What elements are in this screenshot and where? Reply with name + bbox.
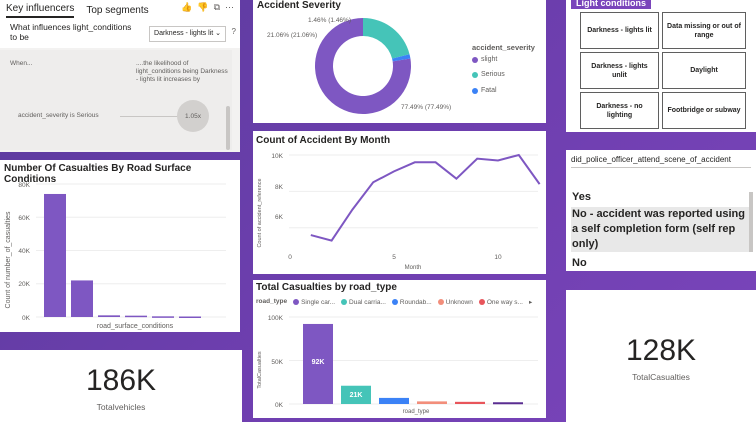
rs-tick: 40K — [18, 248, 30, 255]
ki-influencer[interactable]: accident_severity is Serious — [18, 112, 99, 119]
legend-dot — [472, 71, 478, 78]
pa-option-no[interactable]: No — [571, 256, 749, 271]
rt-ytick: 0K — [275, 402, 284, 409]
legend-label: Fatal — [481, 87, 497, 94]
accident-severity-visual: Accident Severity 1.46% (1.46%) 21.06% (… — [253, 0, 546, 123]
lc-option-data-missing[interactable]: Data missing or out of range — [662, 12, 746, 49]
ki-question-row: What influences light_conditions to be D… — [0, 18, 240, 48]
ki-col-when: When... — [10, 60, 33, 67]
legend-slight[interactable]: slight — [472, 56, 497, 63]
road-type-ylabel: TotalCasualties — [257, 351, 263, 389]
mo-xtick: 0 — [288, 254, 292, 261]
legend-dot — [472, 56, 478, 63]
bar — [44, 193, 66, 317]
legend-label: Serious — [481, 71, 505, 78]
bar-data-label: 92K — [312, 359, 325, 366]
road-type-visual: Total Casualties by road_type road_type … — [253, 280, 546, 418]
light-conditions-grid: Darkness - lights lit Data missing or ou… — [580, 12, 746, 129]
mo-ytick: 10K — [271, 153, 283, 160]
light-conditions-title: Light conditions — [571, 0, 651, 9]
bar — [179, 316, 201, 319]
mo-ytick: 6K — [275, 214, 284, 221]
bar — [493, 402, 523, 405]
bar — [125, 315, 147, 318]
rs-tick: 20K — [18, 281, 30, 288]
bar — [71, 280, 93, 317]
bar — [379, 397, 409, 404]
severity-donut — [315, 18, 411, 115]
rs-tick: 0K — [22, 315, 31, 322]
bar — [98, 315, 120, 317]
ki-question: What influences light_conditions to be — [10, 22, 132, 42]
month-ylabel: Count of accident_reference — [257, 178, 263, 247]
copy-icon[interactable]: ⧉ — [214, 2, 220, 13]
key-influencers-visual: Key influencers Top segments 👍 👎 ⧉ ⋯ Wha… — [0, 0, 240, 152]
pa-option-yes[interactable]: Yes — [571, 190, 749, 205]
ki-dropdown-value: Darkness - lights lit — [154, 30, 214, 37]
ki-toolbar: 👍 👎 ⧉ ⋯ — [181, 2, 234, 13]
month-xlabel: Month — [405, 265, 422, 271]
police-attend-title: did_police_officer_attend_scene_of_accid… — [571, 155, 751, 168]
legend-label: slight — [481, 56, 498, 63]
ki-col-likely: ....the likelihood of light_conditions b… — [136, 60, 228, 83]
bar — [455, 401, 485, 404]
rs-tick: 80K — [18, 182, 30, 189]
month-visual: Count of Accident By Month Count of acci… — [253, 131, 546, 274]
rt-ytick: 100K — [268, 315, 284, 322]
road-surface-ylabel: Count of number_of_casualties — [5, 211, 12, 308]
road-type-chart: TotalCasualties 100K 50K 0K road_type 92… — [257, 315, 538, 415]
rs-tick: 60K — [18, 215, 30, 222]
thumbs-down-icon[interactable]: 👎 — [197, 2, 208, 13]
bar-data-label: 21K — [350, 392, 363, 399]
thumbs-up-icon[interactable]: 👍 — [181, 2, 192, 13]
light-conditions-slicer: Light conditions Darkness - lights lit D… — [566, 0, 756, 132]
lc-option-lights-unlit[interactable]: Darkness - lights unlit — [580, 52, 659, 89]
total-casualties-value: 128K — [625, 334, 697, 367]
ki-bubble[interactable]: 1.05x — [177, 100, 209, 132]
pa-option-self-rep[interactable]: No - accident was reported using a self … — [571, 207, 749, 252]
more-icon[interactable]: ⋯ — [225, 2, 234, 13]
road-surface-chart: Count of number_of_casualties 80K 60K 40… — [5, 182, 226, 330]
donut-slice-serious — [363, 18, 410, 59]
road-surface-visual: Number Of Casualties By Road Surface Con… — [0, 160, 240, 332]
pa-scrollbar[interactable] — [749, 192, 753, 252]
road-surface-xlabel: road_surface_conditions — [97, 323, 174, 330]
lc-option-footbridge[interactable]: Footbridge or subway — [662, 92, 746, 129]
legend-serious[interactable]: Serious — [472, 71, 505, 78]
tab-key-influencers[interactable]: Key influencers — [6, 3, 75, 18]
lc-option-no-lighting[interactable]: Darkness - no lighting — [580, 92, 659, 129]
police-attend-slicer: did_police_officer_attend_scene_of_accid… — [566, 150, 756, 271]
mo-xtick: 5 — [392, 254, 396, 261]
legend-fatal[interactable]: Fatal — [472, 87, 497, 94]
chevron-down-icon: ⌄ — [215, 30, 221, 37]
ki-scrollbar[interactable] — [226, 106, 230, 150]
severity-legend-title: accident_severity — [472, 43, 535, 52]
tab-top-segments[interactable]: Top segments — [86, 5, 148, 18]
total-vehicles-card: 186K Totalvehicles — [0, 350, 242, 422]
ki-connector-line — [120, 116, 180, 117]
bar — [152, 316, 174, 318]
lc-option-daylight[interactable]: Daylight — [662, 52, 746, 89]
help-icon[interactable]: ? — [232, 27, 236, 37]
ki-dropdown[interactable]: Darkness - lights lit ⌄ — [149, 26, 226, 42]
mo-xtick: 10 — [494, 254, 502, 261]
total-vehicles-value: 186K — [85, 364, 157, 397]
month-chart: Count of accident_reference 10K 8K 6K 0 … — [257, 153, 541, 271]
label-fatal: 1.46% (1.46%) — [308, 17, 351, 24]
lc-option-lights-lit[interactable]: Darkness - lights lit — [580, 12, 659, 49]
bar — [417, 401, 447, 404]
mo-ytick: 8K — [275, 184, 284, 191]
rt-ytick: 50K — [271, 359, 283, 366]
total-vehicles-label: Totalvehicles — [96, 402, 146, 412]
label-slight: 77.49% (77.49%) — [401, 104, 452, 111]
label-serious: 21.06% (21.06%) — [267, 32, 318, 39]
total-casualties-card: 128K TotalCasualties — [566, 290, 756, 422]
legend-dot — [472, 87, 478, 94]
total-casualties-label: TotalCasualties — [632, 372, 690, 382]
road-type-xlabel: road_type — [403, 409, 430, 415]
